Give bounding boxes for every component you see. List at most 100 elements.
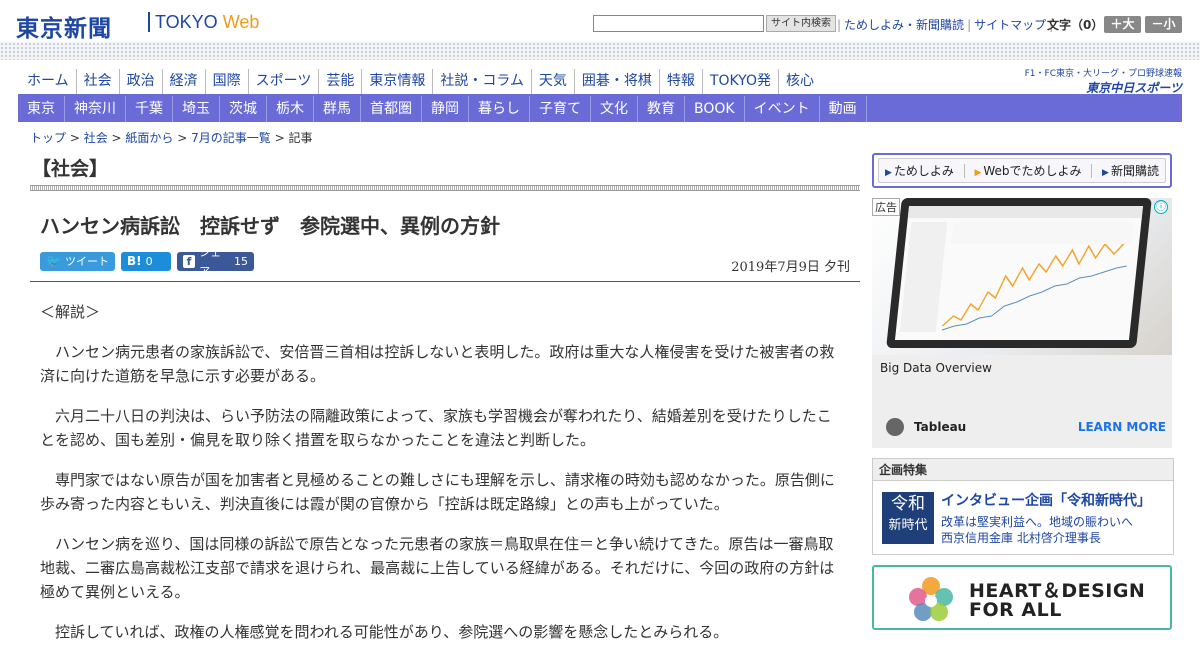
region-nav-item[interactable]: 神奈川 (65, 96, 126, 122)
subnav-separator (963, 163, 965, 178)
heart-design-logo-icon (909, 577, 953, 621)
nav-item[interactable]: 核心 (779, 69, 821, 94)
tableau-logo-icon (886, 418, 904, 436)
article-paragraph: ハンセン病元患者の家族訴訟で、安倍晋三首相は控訴しないと表明した。政府は重大な人… (40, 343, 835, 385)
nav-item[interactable]: 特報 (660, 69, 703, 94)
advertisement[interactable]: 広告 ⓘ Big Data Overview Tableau LEARN MOR… (872, 198, 1172, 448)
breadcrumb-top[interactable]: トップ (30, 131, 66, 145)
tweet-button[interactable]: 🐦 ツイート (40, 252, 115, 271)
region-nav-item[interactable]: 埼玉 (173, 96, 220, 122)
logo-divider (148, 12, 150, 32)
ad-learn-more-button[interactable]: LEARN MORE (1078, 420, 1166, 434)
ad-info-icon[interactable]: ⓘ (1154, 200, 1168, 214)
reiwa-feature-image[interactable]: 令和 新時代 (882, 492, 934, 544)
publish-date: 2019年7月9日 夕刊 (731, 260, 850, 275)
region-nav-item[interactable]: 東京 (18, 96, 65, 122)
article-paragraph: 六月二十八日の判決は、らい予防法の隔離政策によって、家族も学習機会が奪われたり、… (40, 407, 832, 449)
facebook-icon: f (183, 255, 196, 268)
nav-item[interactable]: 社説・コラム (433, 69, 532, 94)
header-links: | ためしよみ・新聞購読 | サイトマップ | (834, 16, 1056, 33)
nav-item[interactable]: 社会 (77, 69, 120, 94)
region-nav-item[interactable]: 暮らし (469, 96, 530, 122)
article-paragraph: ＜解説＞ (40, 303, 101, 321)
feature-box: 企画特集 令和 新時代 インタビュー企画「令和新時代」 改革は堅実利益へ。地域の… (872, 458, 1174, 555)
subscription-nav-inner: ▶ ためしよみ ▶ Webでためしよみ ▶ 新聞購読 (878, 158, 1166, 183)
web-trial-link[interactable]: ▶ Webでためしよみ (974, 162, 1081, 179)
triangle-icon: ▶ (1102, 168, 1109, 178)
subnav-separator (1091, 163, 1093, 178)
chunichi-sports-banner[interactable]: F1・FC東京・大リーグ・プロ野球速報 東京中日スポーツ (1020, 66, 1182, 96)
feature-img-line2: 新時代 (888, 518, 928, 533)
facebook-share-button[interactable]: f シェア 15 (177, 246, 254, 278)
headline-divider (30, 281, 860, 282)
hatena-bookmark-button[interactable]: B! 0 (121, 252, 171, 271)
primary-nav: ホーム 社会 政治 経済 国際 スポーツ 芸能 東京情報 社説・コラム 天気 囲碁・将棋 特報 TOKY… (20, 69, 821, 94)
breadcrumb-july[interactable]: 7月の記事一覧 (191, 131, 271, 145)
nav-item[interactable]: ホーム (20, 69, 77, 94)
site-logo-en[interactable]: TOKYO Web (155, 12, 259, 33)
site-logo[interactable]: 東京新聞 (16, 9, 112, 43)
header-dot-band (0, 42, 1200, 60)
ad-title[interactable]: Big Data Overview (880, 361, 992, 375)
nav-item[interactable]: 政治 (120, 69, 163, 94)
region-nav-item[interactable]: 静岡 (422, 96, 469, 122)
nav-item[interactable]: 経済 (163, 69, 206, 94)
font-smaller-button[interactable]: －小 (1145, 16, 1182, 33)
feature-heading: 企画特集 (873, 459, 1173, 481)
feature-title-link[interactable]: インタビュー企画「令和新時代」 (941, 490, 1151, 510)
nav-item[interactable]: 東京情報 (362, 69, 434, 94)
triangle-icon: ▶ (974, 168, 982, 178)
laptop-image (886, 198, 1152, 348)
region-nav-item[interactable]: 動画 (820, 96, 867, 122)
feature-description[interactable]: 改革は堅実利益へ。地域の賑わいへ 西京信用金庫 北村啓介理事長 (941, 514, 1133, 546)
link-separator: | (837, 18, 842, 32)
nav-item[interactable]: TOKYO発 (703, 69, 779, 94)
region-nav-item[interactable]: 群馬 (314, 96, 361, 122)
hatena-count: 0 (145, 255, 153, 268)
logo-web-text: Web (222, 12, 260, 32)
feature-img-line1: 令和 (891, 494, 925, 514)
facebook-share-count: 15 (234, 255, 248, 268)
hatched-divider (30, 185, 860, 191)
triangle-icon: ▶ (885, 168, 892, 178)
breadcrumb-society[interactable]: 社会 (84, 131, 108, 145)
twitter-bird-icon: 🐦 (46, 254, 61, 268)
search-input[interactable] (593, 15, 764, 32)
heart-design-banner[interactable]: HEART＆DESIGN FOR ALL (872, 565, 1172, 630)
region-nav-item[interactable]: BOOK (685, 96, 745, 122)
nav-item[interactable]: 囲碁・将棋 (575, 69, 660, 94)
nav-item[interactable]: 芸能 (319, 69, 363, 94)
breadcrumb: トップ > 社会 > 紙面から > 7月の記事一覧 > 記事 (30, 131, 313, 145)
region-nav-item[interactable]: 茨城 (220, 96, 267, 122)
article-paragraph: 専門家ではない原告が国を加害者と見極めることの難しさにも理解を示し、請求権の時効… (40, 471, 835, 513)
region-nav-item[interactable]: 千葉 (126, 96, 173, 122)
laptop-screen (894, 206, 1144, 340)
region-nav-item[interactable]: 栃木 (267, 96, 314, 122)
feature-desc-line1: 改革は堅実利益へ。地域の賑わいへ (941, 515, 1134, 529)
region-nav-item[interactable]: 子育て (530, 96, 591, 122)
subscribe-link[interactable]: ためしよみ・新聞購読 (844, 18, 964, 32)
facebook-share-label: シェア (199, 245, 222, 278)
font-size-label: 文字（0） (1047, 18, 1104, 32)
tweet-label: ツイート (64, 255, 109, 268)
sitemap-link[interactable]: サイトマップ (974, 18, 1046, 32)
subscribe-link[interactable]: ▶ 新聞購読 (1102, 162, 1159, 179)
search-button[interactable]: サイト内検索 (766, 15, 836, 32)
link-separator: | (967, 18, 972, 32)
ad-label: 広告 (872, 198, 900, 216)
ad-image (872, 198, 1172, 355)
nav-item[interactable]: 国際 (206, 69, 249, 94)
nav-item[interactable]: スポーツ (249, 69, 320, 94)
nav-item[interactable]: 天気 (532, 69, 575, 94)
trial-link[interactable]: ▶ ためしよみ (885, 162, 954, 179)
article-body: ＜解説＞ ハンセン病元患者の家族訴訟で、安倍晋三首相は控訴しないと表明した。政府… (40, 300, 842, 660)
region-nav-item[interactable]: イベント (745, 96, 820, 122)
subscribe-label: 新聞購読 (1110, 164, 1159, 178)
region-nav-item[interactable]: 首都圏 (361, 96, 422, 122)
region-nav-item[interactable]: 文化 (591, 96, 638, 122)
breadcrumb-current: 記事 (288, 131, 313, 145)
region-nav-item[interactable]: 教育 (638, 96, 685, 122)
font-larger-button[interactable]: ＋大 (1104, 16, 1141, 33)
site-header: 東京新聞 TOKYO Web サイト内検索 | ためしよみ・新聞購読 | サイトマップ… (0, 0, 1200, 60)
breadcrumb-paper[interactable]: 紙面から (125, 131, 173, 145)
